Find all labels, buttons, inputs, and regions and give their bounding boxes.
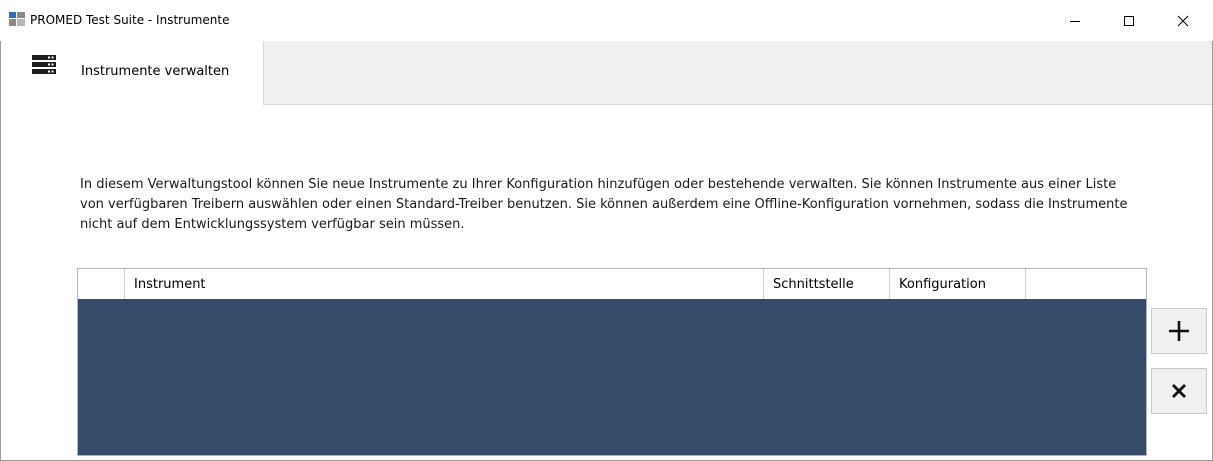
column-header-schnittstelle[interactable]: Schnittstelle xyxy=(764,269,890,299)
column-header-instrument[interactable]: Instrument xyxy=(125,269,764,299)
remove-instrument-button[interactable] xyxy=(1151,368,1207,414)
minimize-button[interactable] xyxy=(1052,0,1098,41)
tab-instrumente-verwalten[interactable]: Instrumente verwalten xyxy=(1,41,264,105)
window-title: PROMED Test Suite - Instrumente xyxy=(30,13,230,27)
app-icon xyxy=(9,12,25,26)
maximize-icon xyxy=(1124,15,1134,26)
instruments-table[interactable]: Instrument Schnittstelle Konfiguration xyxy=(77,268,1147,456)
column-header-konfiguration[interactable]: Konfiguration xyxy=(890,269,1026,299)
column-header-select[interactable] xyxy=(78,269,125,299)
x-icon xyxy=(1172,384,1186,398)
description-text: In diesem Verwaltungstool können Sie neu… xyxy=(80,177,1128,232)
title-bar: PROMED Test Suite - Instrumente xyxy=(0,0,1213,41)
tab-label: Instrumente verwalten xyxy=(81,64,230,79)
plus-icon xyxy=(1169,321,1189,341)
table-header: Instrument Schnittstelle Konfiguration xyxy=(78,269,1146,299)
close-button[interactable] xyxy=(1160,0,1206,41)
close-icon xyxy=(1177,15,1189,26)
tab-strip: Instrumente verwalten xyxy=(1,41,1212,105)
add-instrument-button[interactable] xyxy=(1151,308,1207,354)
server-rack-icon xyxy=(32,55,56,74)
maximize-button[interactable] xyxy=(1106,0,1152,41)
column-header-filler xyxy=(1026,269,1146,299)
minimize-icon xyxy=(1070,20,1080,22)
